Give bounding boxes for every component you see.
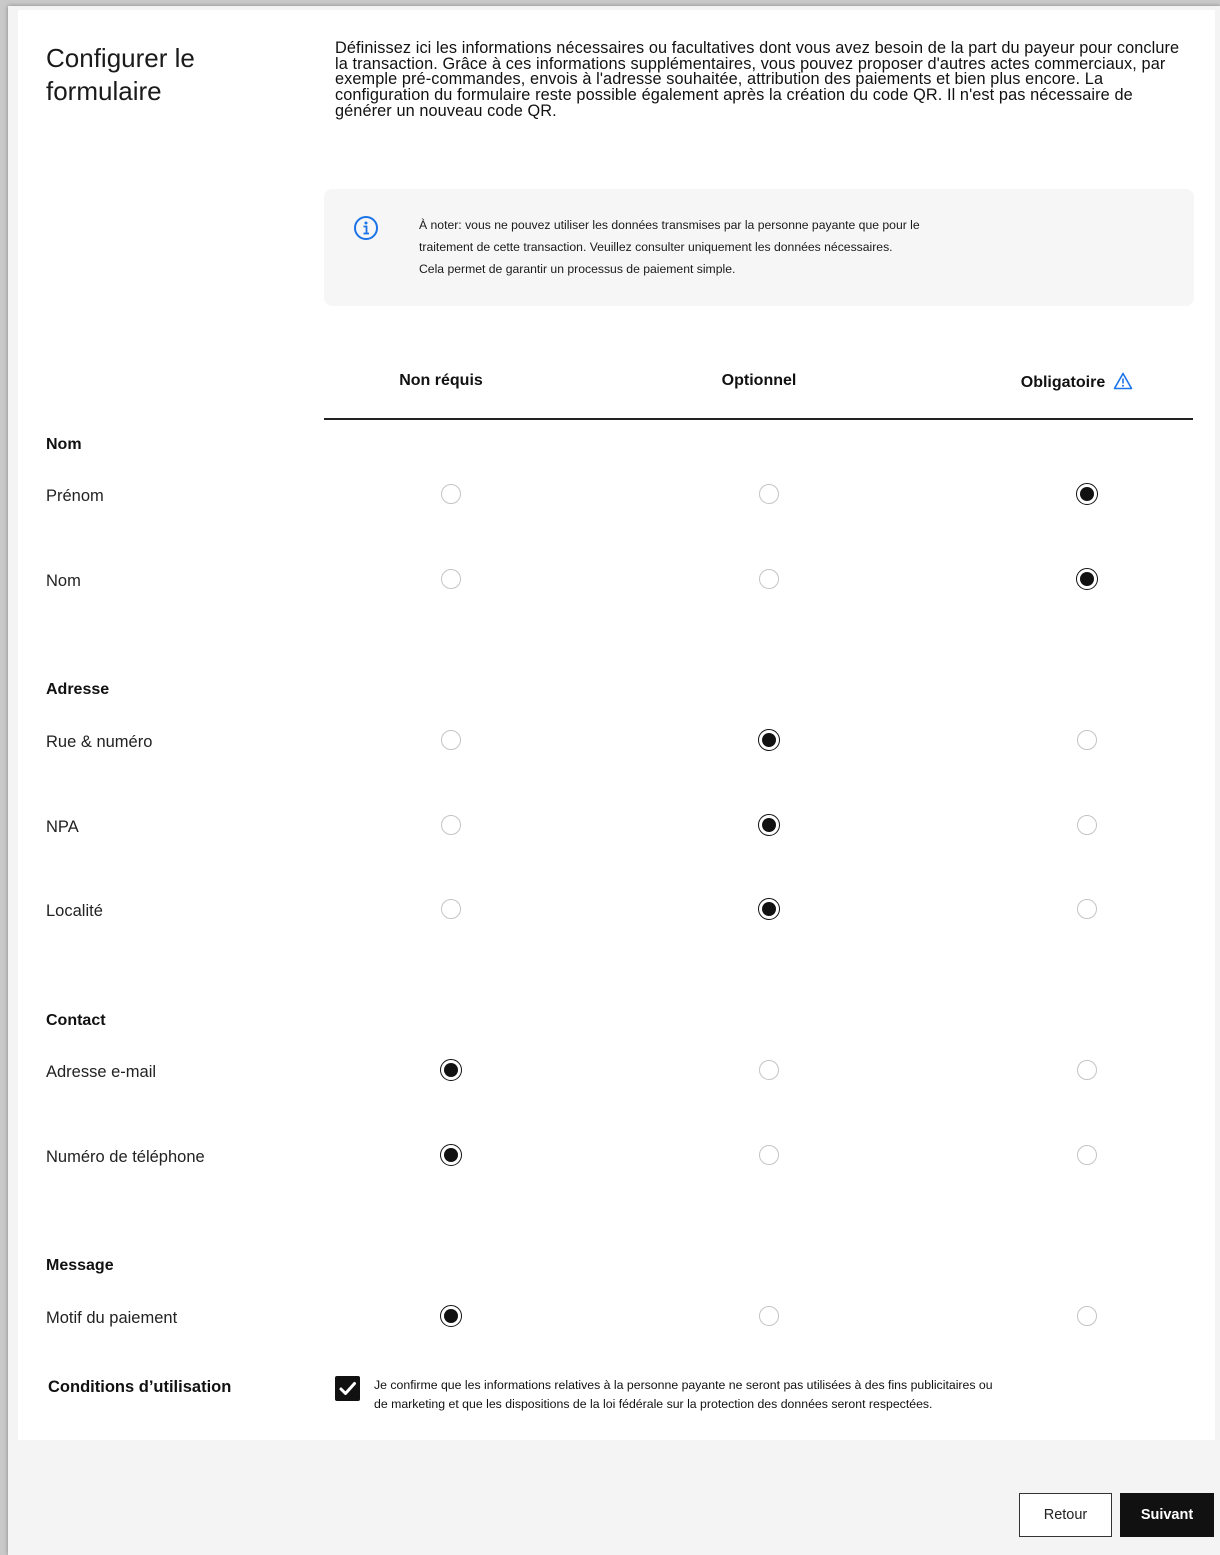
terms-checkbox[interactable]	[335, 1376, 360, 1401]
radio-last-name-mandatory[interactable]	[1076, 568, 1098, 590]
radio-phone-optional[interactable]	[759, 1145, 779, 1165]
info-note: À noter: vous ne pouvez utiliser les don…	[324, 189, 1194, 306]
radio-email-not-required[interactable]	[440, 1059, 462, 1081]
page-title: Configurer le formulaire	[46, 43, 195, 106]
radio-postcode-mandatory[interactable]	[1077, 815, 1097, 835]
radio-phone-mandatory[interactable]	[1077, 1145, 1097, 1165]
radio-payment-reason-optional[interactable]	[759, 1306, 779, 1326]
row-label-phone: Numéro de téléphone	[46, 1148, 205, 1166]
form-config-card: Configurer le formulaire Définissez ici …	[18, 10, 1215, 1440]
radio-payment-reason-mandatory[interactable]	[1077, 1306, 1097, 1326]
terms-title: Conditions d’utilisation	[48, 1378, 232, 1396]
row-label-payment-reason: Motif du paiement	[46, 1309, 178, 1327]
back-button[interactable]: Retour	[1019, 1493, 1112, 1537]
row-label-first-name: Prénom	[46, 487, 104, 505]
radio-email-optional[interactable]	[759, 1060, 779, 1080]
info-note-line: À noter: vous ne pouvez utiliser les don…	[419, 218, 920, 232]
column-header-mandatory-label: Obligatoire	[1020, 374, 1106, 391]
column-header-not-required: Non réquis	[399, 372, 483, 389]
next-button[interactable]: Suivant	[1120, 1493, 1214, 1537]
radio-locality-mandatory[interactable]	[1077, 899, 1097, 919]
radio-phone-not-required[interactable]	[440, 1144, 462, 1166]
warning-icon	[1113, 372, 1133, 390]
section-title-address: Adresse	[46, 681, 110, 698]
terms-line: Je confirme que les informations relativ…	[374, 1378, 993, 1392]
row-label-postcode: NPA	[46, 818, 79, 836]
section-title-name: Nom	[46, 436, 82, 453]
terms-text: Je confirme que les informations relativ…	[374, 1376, 1194, 1414]
column-header-optional: Optionnel	[721, 372, 797, 389]
radio-street-mandatory[interactable]	[1077, 730, 1097, 750]
checkmark-icon	[339, 1382, 356, 1395]
radio-email-mandatory[interactable]	[1077, 1060, 1097, 1080]
row-label-email: Adresse e-mail	[46, 1063, 157, 1081]
radio-locality-optional[interactable]	[758, 898, 780, 920]
row-label-locality: Localité	[46, 902, 103, 920]
row-label-street: Rue & numéro	[46, 733, 153, 751]
radio-street-not-required[interactable]	[441, 730, 461, 750]
radio-first-name-optional[interactable]	[759, 484, 779, 504]
radio-first-name-not-required[interactable]	[441, 484, 461, 504]
radio-street-optional[interactable]	[758, 729, 780, 751]
radio-locality-not-required[interactable]	[441, 899, 461, 919]
radio-last-name-optional[interactable]	[759, 569, 779, 589]
section-title-message: Message	[46, 1257, 114, 1274]
info-icon	[354, 216, 378, 240]
section-title-contact: Contact	[46, 1012, 106, 1029]
terms-line: de marketing et que les dispositions de …	[374, 1397, 933, 1411]
radio-postcode-not-required[interactable]	[441, 815, 461, 835]
radio-postcode-optional[interactable]	[758, 814, 780, 836]
intro-text: Définissez ici les informations nécessai…	[335, 39, 1180, 120]
radio-last-name-not-required[interactable]	[441, 569, 461, 589]
radio-first-name-mandatory[interactable]	[1076, 483, 1098, 505]
info-note-text: À noter: vous ne pouvez utiliser les don…	[419, 214, 1119, 280]
radio-payment-reason-not-required[interactable]	[440, 1305, 462, 1327]
window-frame: Configurer le formulaire Définissez ici …	[8, 6, 1220, 1555]
row-label-last-name: Nom	[46, 572, 81, 590]
info-note-line: traitement de cette transaction. Veuille…	[419, 240, 893, 254]
info-note-line: Cela permet de garantir un processus de …	[419, 262, 736, 276]
column-header-mandatory: Obligatoire	[977, 372, 1177, 392]
header-divider	[324, 418, 1193, 420]
